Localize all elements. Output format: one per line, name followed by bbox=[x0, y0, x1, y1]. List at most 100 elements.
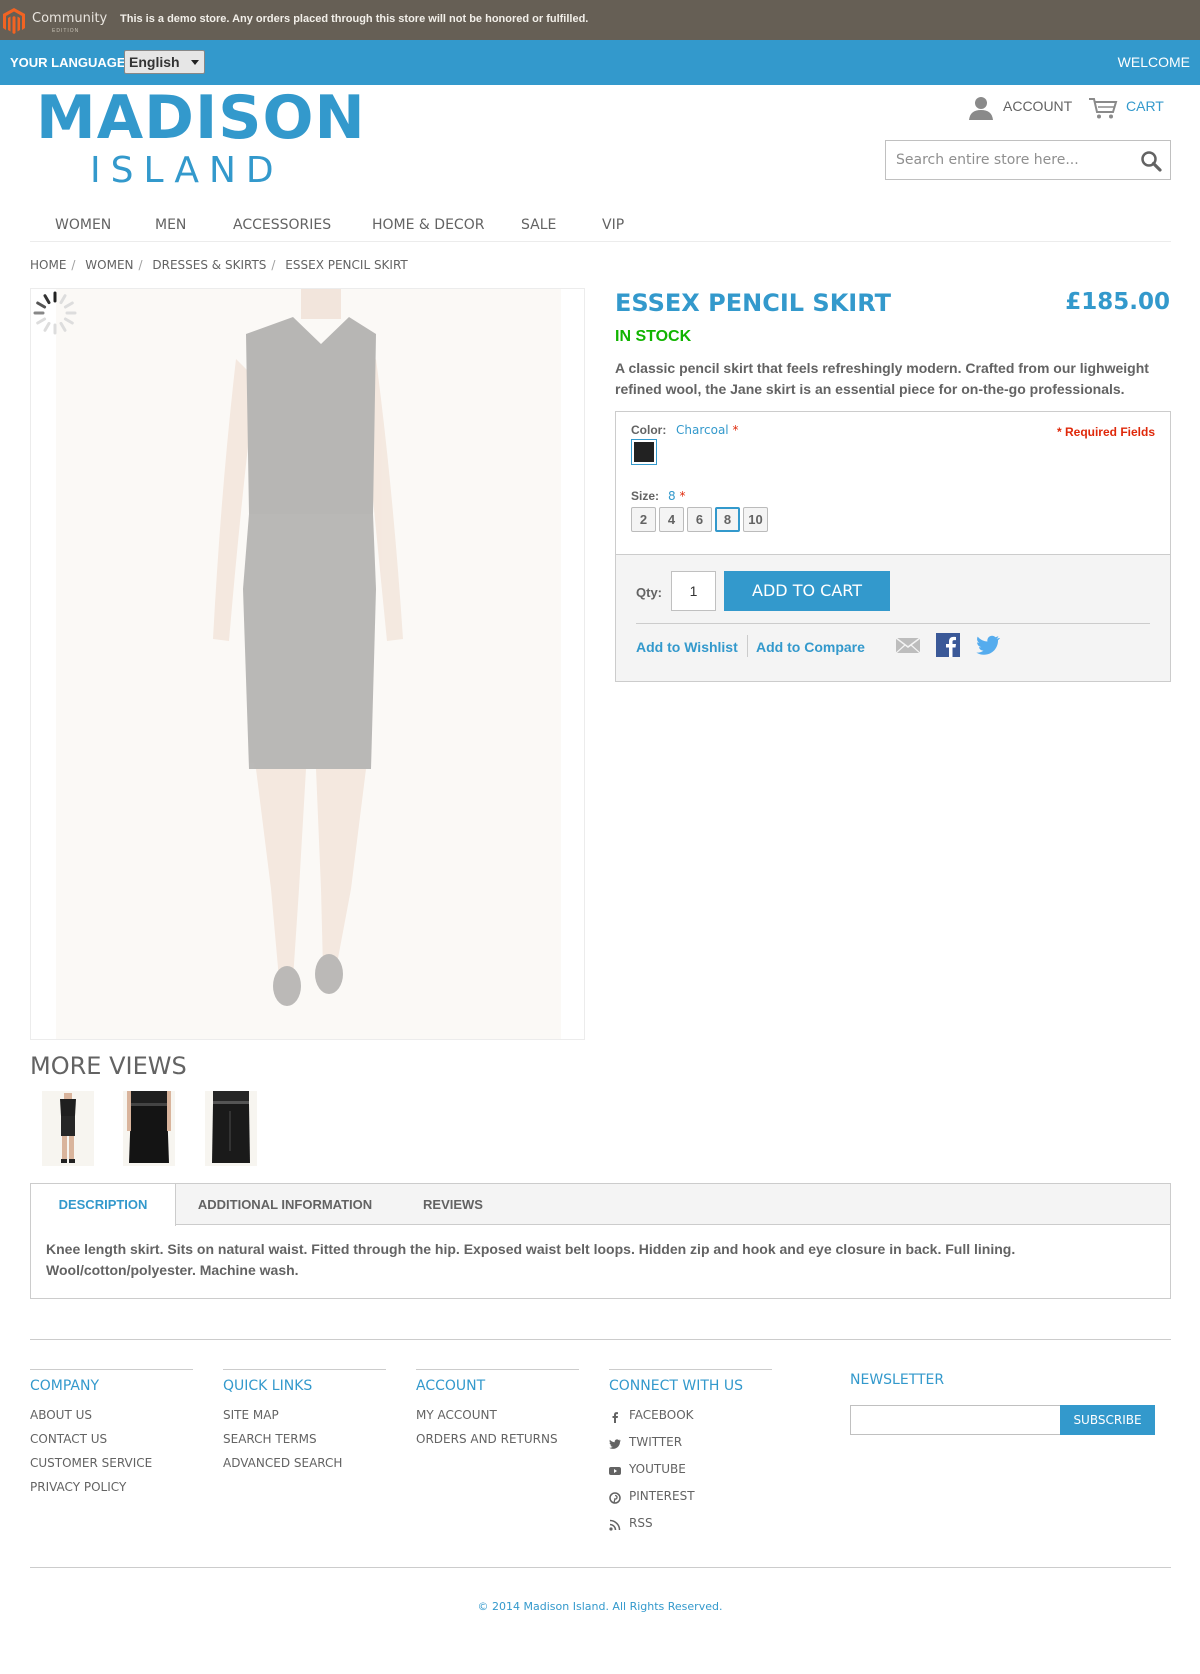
twitter-icon bbox=[609, 1439, 621, 1449]
breadcrumb: HOME / WOMEN / DRESSES & SKIRTS / ESSEX PEN… bbox=[30, 258, 413, 272]
size-option-6[interactable]: 6 bbox=[687, 507, 712, 532]
divider bbox=[747, 635, 748, 657]
search-icon[interactable] bbox=[1140, 150, 1162, 172]
size-label: Size: bbox=[631, 489, 660, 503]
cart-label: CART bbox=[1126, 98, 1164, 114]
rss-icon bbox=[609, 1519, 621, 1531]
nav-item-vip[interactable]: VIP bbox=[602, 217, 624, 233]
required-star: * bbox=[732, 423, 739, 437]
footer-link-about-us[interactable]: ABOUT US bbox=[30, 1408, 92, 1422]
tab-additional-information[interactable]: ADDITIONAL INFORMATION bbox=[177, 1184, 393, 1225]
nav-item-home-decor[interactable]: HOME & DECOR bbox=[372, 217, 484, 233]
swatch-fill bbox=[634, 442, 654, 462]
footer-connect-column: CONNECT WITH US FACEBOOK TWITTER YOUTUBE… bbox=[609, 1369, 772, 1531]
product-thumbnail[interactable] bbox=[42, 1091, 94, 1166]
size-option-10[interactable]: 10 bbox=[743, 507, 768, 532]
color-swatch-charcoal[interactable] bbox=[631, 439, 657, 465]
product-main-image[interactable] bbox=[30, 288, 585, 1040]
edition-brand-text: Community bbox=[32, 11, 108, 26]
demo-notice-text: This is a demo store. Any orders placed … bbox=[120, 13, 589, 25]
size-value-text: 8 bbox=[668, 489, 676, 503]
product-short-description: A classic pencil skirt that feels refres… bbox=[615, 360, 1149, 397]
product-thumbnail[interactable] bbox=[123, 1091, 175, 1166]
add-to-wishlist-link[interactable]: Add to Wishlist bbox=[636, 639, 738, 655]
breadcrumb-women[interactable]: WOMEN bbox=[85, 258, 133, 272]
welcome-message: WELCOME bbox=[1117, 54, 1190, 70]
divider bbox=[636, 623, 1150, 624]
loading-spinner-icon bbox=[33, 291, 77, 335]
nav-item-women[interactable]: WOMEN bbox=[55, 217, 111, 233]
youtube-label: YOUTUBE bbox=[629, 1462, 686, 1476]
footer-company-column: COMPANY ABOUT US CONTACT US CUSTOMER SER… bbox=[30, 1369, 193, 1494]
qty-input[interactable]: 1 bbox=[671, 571, 716, 611]
add-to-compare-link[interactable]: Add to Compare bbox=[756, 639, 865, 655]
magento-logo-icon bbox=[3, 8, 25, 34]
copyright-text: © 2014 Madison Island. All Rights Reserv… bbox=[477, 1600, 723, 1613]
breadcrumb-separator: / bbox=[271, 258, 276, 272]
breadcrumb-separator: / bbox=[138, 258, 143, 272]
footer-company-title: COMPANY bbox=[30, 1378, 100, 1394]
nav-item-sale[interactable]: SALE bbox=[521, 217, 556, 233]
breadcrumb-separator: / bbox=[71, 258, 76, 272]
breadcrumb-dresses-skirts[interactable]: DRESSES & SKIRTS bbox=[152, 258, 266, 272]
twitter-label: TWITTER bbox=[629, 1435, 683, 1449]
nav-item-accessories[interactable]: ACCESSORIES bbox=[233, 217, 331, 233]
footer-link-my-account[interactable]: MY ACCOUNT bbox=[416, 1408, 497, 1422]
add-to-cart-box: Qty: 1 ADD TO CART Add to Wishlist Add t… bbox=[615, 554, 1171, 682]
footer-link-advanced-search[interactable]: ADVANCED SEARCH bbox=[223, 1456, 342, 1470]
main-nav: WOMEN MEN ACCESSORIES HOME & DECOR SALE … bbox=[30, 210, 1171, 242]
qty-label: Qty: bbox=[636, 585, 662, 600]
newsletter-email-input[interactable] bbox=[850, 1405, 1061, 1435]
language-select-value: English bbox=[129, 54, 180, 70]
footer-link-customer-service[interactable]: CUSTOMER SERVICE bbox=[30, 1456, 152, 1470]
footer-connect-title: CONNECT WITH US bbox=[609, 1378, 743, 1394]
size-option-4[interactable]: 4 bbox=[659, 507, 684, 532]
tab-description[interactable]: DESCRIPTION bbox=[31, 1184, 176, 1226]
breadcrumb-home[interactable]: HOME bbox=[30, 258, 66, 272]
logo-main-text: MADISON bbox=[36, 83, 366, 153]
product-photo bbox=[31, 289, 584, 1039]
twitter-icon[interactable] bbox=[976, 633, 1000, 657]
search-box bbox=[885, 140, 1171, 180]
pinterest-icon bbox=[609, 1492, 621, 1504]
add-to-cart-button[interactable]: ADD TO CART bbox=[724, 571, 890, 611]
nav-item-men[interactable]: MEN bbox=[155, 217, 186, 233]
footer-link-contact-us[interactable]: CONTACT US bbox=[30, 1432, 107, 1446]
edition-sub-text: EDITION bbox=[52, 28, 80, 34]
search-input[interactable] bbox=[886, 141, 1126, 179]
breadcrumb-current: ESSEX PENCIL SKIRT bbox=[285, 258, 408, 272]
cart-icon bbox=[1089, 98, 1118, 119]
footer-link-privacy-policy[interactable]: PRIVACY POLICY bbox=[30, 1480, 126, 1494]
size-option-8[interactable]: 8 bbox=[715, 507, 740, 532]
chevron-down-icon bbox=[191, 60, 199, 65]
language-bar: YOUR LANGUAGE: English WELCOME bbox=[0, 40, 1200, 85]
footer-link-search-terms[interactable]: SEARCH TERMS bbox=[223, 1432, 317, 1446]
size-option-2[interactable]: 2 bbox=[631, 507, 656, 532]
user-icon bbox=[969, 97, 993, 120]
rss-label: RSS bbox=[629, 1516, 653, 1530]
footer-link-orders-returns[interactable]: ORDERS AND RETURNS bbox=[416, 1432, 558, 1446]
magento-community-logo: Community EDITION bbox=[0, 4, 108, 36]
footer-divider bbox=[30, 1339, 1171, 1340]
product-price: £185.00 bbox=[1065, 289, 1170, 315]
subscribe-button[interactable]: SUBSCRIBE bbox=[1060, 1405, 1155, 1435]
language-select[interactable]: English bbox=[124, 50, 205, 74]
facebook-icon[interactable] bbox=[936, 633, 960, 657]
product-thumbnail[interactable] bbox=[205, 1091, 257, 1166]
footer-link-site-map[interactable]: SITE MAP bbox=[223, 1408, 279, 1422]
account-label: ACCOUNT bbox=[1003, 98, 1073, 114]
youtube-icon bbox=[609, 1467, 621, 1475]
color-value: Charcoal * bbox=[676, 423, 738, 437]
footer-divider bbox=[30, 1567, 1171, 1568]
tab-description-content: Knee length skirt. Sits on natural waist… bbox=[46, 1241, 1016, 1278]
footer-quick-links-title: QUICK LINKS bbox=[223, 1378, 313, 1394]
product-options: Color: Charcoal * * Required Fields Size… bbox=[615, 411, 1171, 555]
more-views-title: MORE VIEWS bbox=[30, 1052, 187, 1080]
tab-reviews[interactable]: REVIEWS bbox=[393, 1184, 513, 1225]
color-label: Color: bbox=[631, 423, 667, 437]
email-icon[interactable] bbox=[896, 633, 920, 657]
language-label: YOUR LANGUAGE: bbox=[10, 55, 130, 70]
tab-bar: DESCRIPTION ADDITIONAL INFORMATION REVIE… bbox=[31, 1184, 1170, 1226]
pinterest-label: PINTEREST bbox=[629, 1489, 695, 1503]
required-fields-note: * Required Fields bbox=[1056, 425, 1155, 439]
